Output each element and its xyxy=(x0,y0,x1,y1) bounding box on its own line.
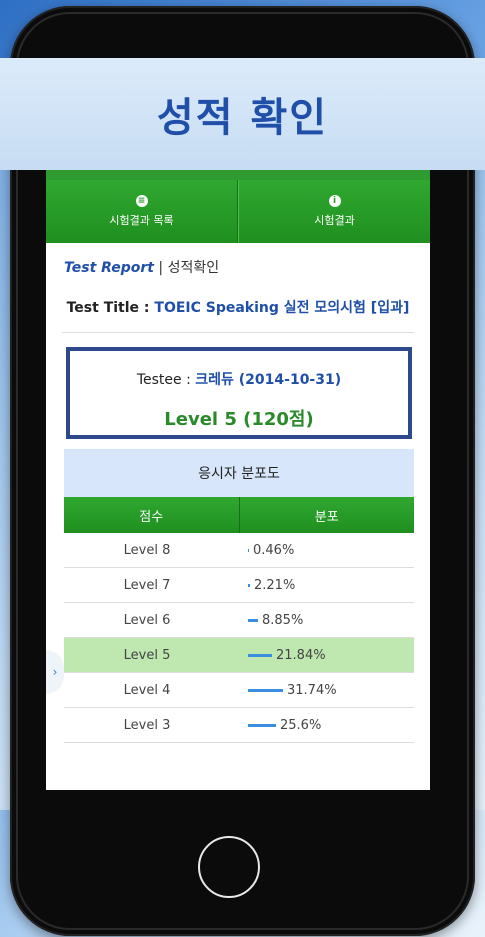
distribution-bar xyxy=(248,618,258,622)
distribution-bar xyxy=(248,688,283,692)
breadcrumb-en: Test Report xyxy=(64,260,154,276)
table-row: Level 5 21.84% xyxy=(64,638,414,673)
nav-result-button[interactable]: i 시험결과 xyxy=(238,180,430,243)
row-level: Level 3 xyxy=(123,717,171,733)
table-row: Level 8 0.46% xyxy=(64,533,414,568)
row-level: Level 7 xyxy=(123,577,171,593)
info-icon: i xyxy=(328,195,341,207)
testee-level: Level 5 (120점) xyxy=(164,409,314,430)
table-row: Level 6 8.85% xyxy=(64,603,414,638)
breadcrumb-ko: 성적확인 xyxy=(167,260,220,276)
table-row: Level 3 25.6% xyxy=(64,708,414,743)
row-level: Level 8 xyxy=(123,542,171,558)
table-header: 점수 분포 xyxy=(64,497,414,533)
distribution-bar xyxy=(248,723,276,727)
column-distribution: 분포 xyxy=(314,509,339,525)
nav-result-label: 시험결과 xyxy=(314,214,355,227)
distribution-heading: 응시자 분포도 xyxy=(64,449,414,497)
breadcrumb-sep: | xyxy=(153,260,168,276)
page-banner: 성적 확인 xyxy=(0,58,485,170)
distribution-bar xyxy=(248,583,250,587)
row-distribution: 2.21% xyxy=(230,568,414,602)
distribution-percent: 0.46% xyxy=(253,542,295,558)
test-title: Test Title : TOEIC Speaking 실전 모의시험 [입과] xyxy=(62,299,414,333)
nav-result-list-label: 시험결과 목록 xyxy=(109,214,174,227)
row-distribution: 21.84% xyxy=(230,638,414,672)
distribution-table: 점수 분포 Level 8 0.46% Level 7 2.21% Level 6 8.8… xyxy=(64,497,414,743)
phone-screen: ≡ 시험결과 목록 i 시험결과 Test Report | 성적확인 Test… xyxy=(46,170,430,790)
column-score: 점수 xyxy=(64,497,240,533)
test-title-label: Test Title : xyxy=(66,300,155,316)
testee-label: Testee : xyxy=(136,372,196,388)
list-icon: ≡ xyxy=(135,195,148,207)
distribution-percent: 21.84% xyxy=(276,647,326,663)
row-level: Level 5 xyxy=(123,647,171,663)
table-body: Level 8 0.46% Level 7 2.21% Level 6 8.85% Leve… xyxy=(64,533,414,743)
row-distribution: 0.46% xyxy=(230,533,414,567)
distribution-bar xyxy=(248,653,272,657)
row-distribution: 31.74% xyxy=(230,673,414,707)
row-level: Level 4 xyxy=(123,682,171,698)
row-level: Level 6 xyxy=(123,612,171,628)
table-row: Level 4 31.74% xyxy=(64,673,414,708)
banner-title: 성적 확인 xyxy=(156,95,329,141)
distribution-percent: 31.74% xyxy=(287,682,337,698)
distribution-percent: 8.85% xyxy=(262,612,304,628)
top-strip xyxy=(46,170,430,180)
test-title-value: TOEIC Speaking 실전 모의시험 [입과] xyxy=(154,300,410,316)
testee-line: Testee : 크레듀 (2014-10-31) xyxy=(70,369,408,389)
distribution-percent: 25.6% xyxy=(280,717,322,733)
breadcrumb: Test Report | 성적확인 xyxy=(46,243,430,277)
distribution-bar xyxy=(248,548,249,552)
home-button[interactable] xyxy=(198,836,260,898)
row-distribution: 8.85% xyxy=(230,603,414,637)
nav-result-list-button[interactable]: ≡ 시험결과 목록 xyxy=(46,180,238,243)
testee-value: 크레듀 (2014-10-31) xyxy=(195,372,342,388)
row-distribution: 25.6% xyxy=(230,708,414,742)
testee-box: Testee : 크레듀 (2014-10-31) Level 5 (120점) xyxy=(66,347,412,439)
distribution-percent: 2.21% xyxy=(254,577,296,593)
nav-bar: ≡ 시험결과 목록 i 시험결과 xyxy=(46,180,430,243)
table-row: Level 7 2.21% xyxy=(64,568,414,603)
